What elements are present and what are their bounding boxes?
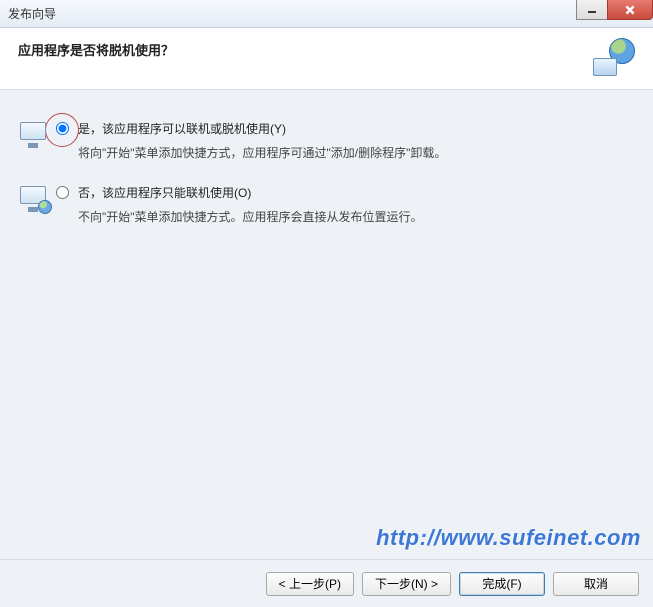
finish-button[interactable]: 完成(F) xyxy=(459,572,545,596)
option-no: 否，该应用程序只能联机使用(O) 不向"开始"菜单添加快捷方式。应用程序会直接从… xyxy=(20,184,633,226)
window-title: 发布向导 xyxy=(8,5,56,22)
wizard-header-icon xyxy=(593,38,635,80)
wizard-footer: < 上一步(P) 下一步(N) > 完成(F) 取消 xyxy=(0,559,653,607)
watermark-text: http://www.sufeinet.com xyxy=(376,525,641,551)
radio-yes[interactable] xyxy=(56,122,69,135)
option-yes-desc: 将向"开始"菜单添加快捷方式，应用程序可通过"添加/删除程序"卸载。 xyxy=(78,144,633,162)
page-title: 应用程序是否将脱机使用？ xyxy=(18,40,174,59)
option-yes: 是，该应用程序可以联机或脱机使用(Y) 将向"开始"菜单添加快捷方式，应用程序可… xyxy=(20,120,633,162)
option-no-desc: 不向"开始"菜单添加快捷方式。应用程序会直接从发布位置运行。 xyxy=(78,208,633,226)
cancel-button[interactable]: 取消 xyxy=(553,572,639,596)
window-controls xyxy=(577,0,653,27)
offline-computer-icon xyxy=(20,120,50,148)
minimize-button[interactable] xyxy=(576,0,608,20)
option-yes-label: 是，该应用程序可以联机或脱机使用(Y) xyxy=(78,120,633,138)
back-button[interactable]: < 上一步(P) xyxy=(266,572,354,596)
option-no-label: 否，该应用程序只能联机使用(O) xyxy=(78,184,633,202)
titlebar: 发布向导 xyxy=(0,0,653,28)
wizard-content: 是，该应用程序可以联机或脱机使用(Y) 将向"开始"菜单添加快捷方式，应用程序可… xyxy=(0,90,653,226)
online-computer-icon xyxy=(20,184,50,212)
close-button[interactable] xyxy=(607,0,653,20)
radio-no[interactable] xyxy=(56,186,69,199)
wizard-header: 应用程序是否将脱机使用？ xyxy=(0,28,653,90)
next-button[interactable]: 下一步(N) > xyxy=(362,572,451,596)
